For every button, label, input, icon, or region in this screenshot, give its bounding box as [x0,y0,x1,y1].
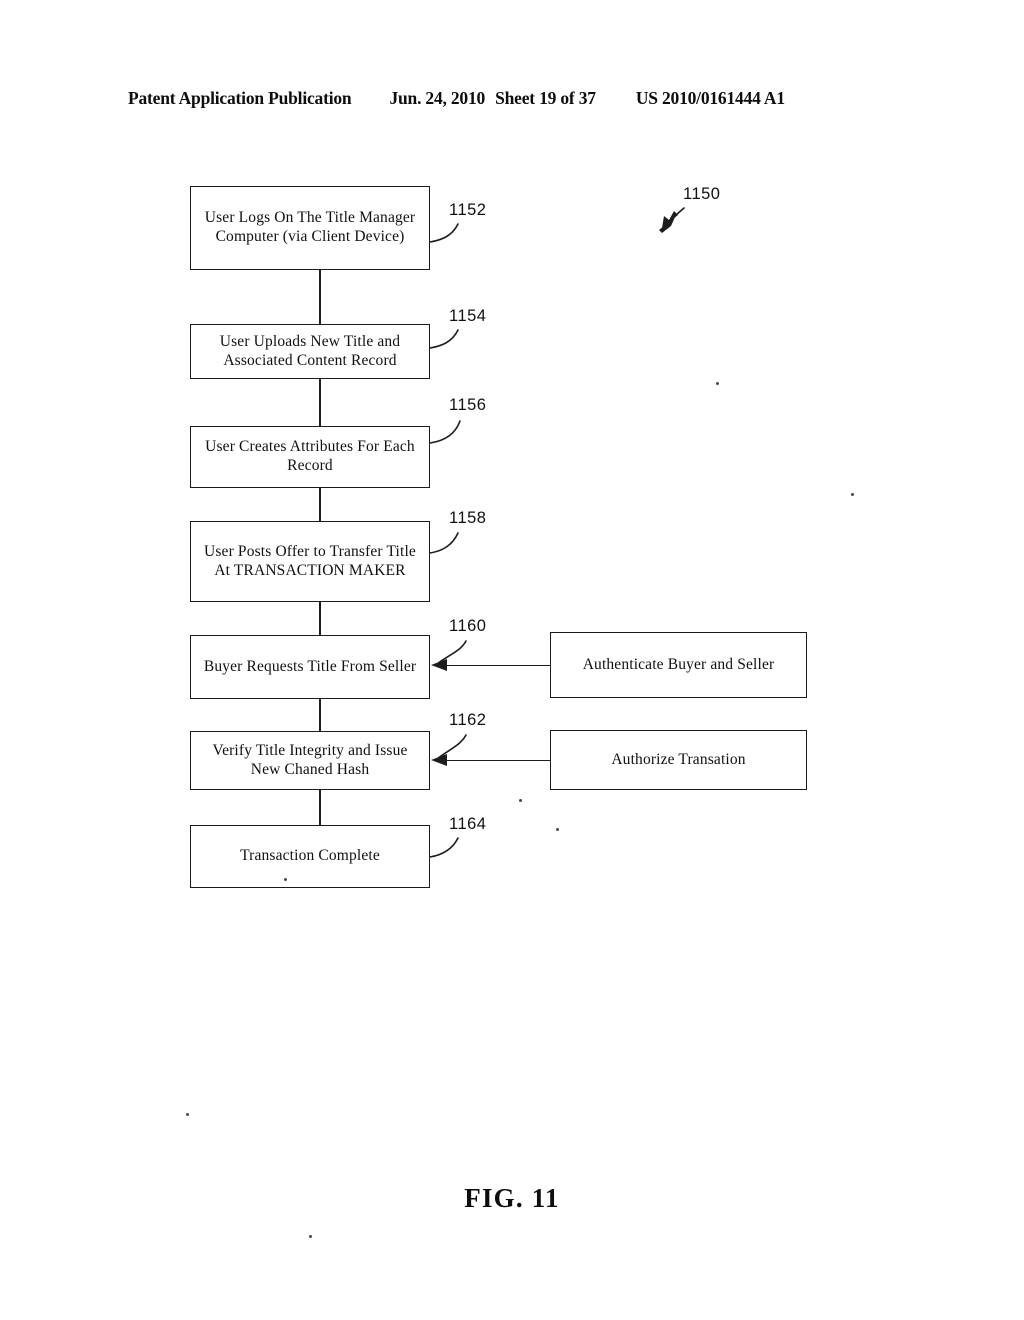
ref-number-1150: 1150 [683,185,721,203]
leader-line-1156 [429,420,461,444]
connector-1156-1158 [319,488,321,521]
ref-number-1156: 1156 [449,396,487,414]
connector-1160-1162 [319,699,321,731]
leader-lines-overlay [429,207,685,858]
patent-figure-page: Patent Application Publication Jun. 24, … [0,0,1024,1320]
connector-authorize-to-1162 [438,760,550,762]
flow-box-1152[interactable]: User Logs On The Title Manager Computer … [190,186,430,270]
scan-speck-2 [309,1235,312,1238]
connector-1158-1160 [319,602,321,635]
connector-1152-1154 [319,270,321,324]
header-date: Jun. 24, 2010 [389,88,486,108]
flow-box-1158[interactable]: User Posts Offer to Transfer Title At TR… [190,521,430,602]
ref-number-1154: 1154 [449,307,487,325]
connector-authenticate-to-1160 [438,665,550,667]
connector-1154-1156 [319,379,321,426]
leader-line-1162 [436,734,467,760]
connector-1162-1164 [319,790,321,825]
header-sheet: Sheet 19 of 37 [495,88,596,108]
ref-number-1162: 1162 [449,711,487,729]
scan-speck-6 [519,799,522,802]
ref-number-1160: 1160 [449,617,487,635]
header-publication: Patent Application Publication [128,88,352,108]
flow-box-1164[interactable]: Transaction Complete [190,825,430,888]
flow-box-1162-label: Verify Title Integrity and Issue New Cha… [212,741,408,778]
page-header: Patent Application Publication Jun. 24, … [128,88,896,112]
flow-box-1152-label: User Logs On The Title Manager Computer … [204,209,416,245]
side-box-authenticate-label: Authenticate Buyer and Seller [582,655,775,673]
leader-line-1164 [429,837,459,858]
scan-speck-3 [556,828,559,831]
leader-line-1150 [667,207,685,223]
figure-caption: FIG. 11 [464,1183,560,1213]
leader-line-1158 [429,532,459,554]
leader-line-1154 [429,329,459,349]
flow-box-1160[interactable]: Buyer Requests Title From Seller [190,635,430,699]
flow-box-1160-label: Buyer Requests Title From Seller [203,657,417,675]
flow-box-1156[interactable]: User Creates Attributes For Each Record [190,426,430,488]
scan-speck-4 [716,382,719,385]
scan-speck-1 [284,878,287,881]
scan-speck-5 [851,493,854,496]
arrowhead-1150 [662,211,678,228]
leader-line-1160 [436,640,467,665]
flow-box-1154[interactable]: User Uploads New Title and Associated Co… [190,324,430,379]
ref-number-1152: 1152 [449,201,487,219]
flow-box-1156-label: User Creates Attributes For Each Record [205,438,415,474]
ref-number-1164: 1164 [449,815,487,833]
flow-box-1154-label: User Uploads New Title and Associated Co… [219,332,401,369]
header-patent-number: US 2010/0161444 A1 [635,88,785,108]
flow-box-1158-label: User Posts Offer to Transfer Title At TR… [204,542,416,579]
ref-number-1158: 1158 [449,509,487,527]
flow-box-1162[interactable]: Verify Title Integrity and Issue New Cha… [190,731,430,790]
side-box-authorize[interactable]: Authorize Transation [550,730,807,790]
leader-line-1152 [429,223,459,243]
side-box-authenticate[interactable]: Authenticate Buyer and Seller [550,632,807,698]
side-box-authorize-label: Authorize Transation [611,750,746,768]
scan-speck-7 [186,1113,189,1116]
arrowhead-1150-tip [659,217,675,233]
flow-box-1164-label: Transaction Complete [240,847,380,865]
